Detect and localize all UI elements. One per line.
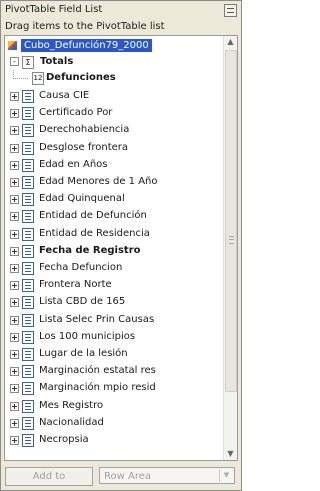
scroll-thumb[interactable]	[225, 50, 237, 392]
field-label: Marginación mpio resid	[39, 382, 156, 394]
dimension-icon	[22, 399, 34, 413]
collapse-icon[interactable]: -	[10, 57, 19, 66]
field-label: Entidad de Defunción	[39, 210, 147, 222]
expand-icon[interactable]	[10, 418, 19, 428]
grip-icon	[229, 236, 234, 244]
expand-icon[interactable]	[10, 178, 19, 187]
measure-icon: 12	[32, 72, 44, 85]
field-label: Fecha de Registro	[39, 244, 141, 256]
area-select[interactable]: Row Area ▼	[99, 467, 235, 484]
dimension-icon	[22, 416, 34, 430]
expand-icon[interactable]	[10, 126, 19, 136]
field-label: Lista Selec Prin Causas	[39, 313, 155, 325]
window-title: PivotTable Field List	[5, 4, 103, 15]
dimension-icon	[22, 262, 34, 275]
field-label: Marginación estatal res	[39, 365, 156, 377]
expand-icon[interactable]	[10, 401, 19, 411]
dimension-icon	[22, 210, 34, 224]
expand-icon[interactable]	[10, 332, 19, 342]
field-label: Derechohabiencia	[39, 124, 130, 136]
dimension-icon	[22, 330, 34, 344]
expand-icon[interactable]	[10, 298, 19, 308]
dimension-icon	[22, 158, 34, 172]
field-label: Entidad de Residencia	[39, 227, 150, 239]
dimension-icon	[22, 244, 34, 258]
expand-icon[interactable]	[10, 109, 19, 119]
field-label: Fecha Defuncion	[39, 262, 123, 273]
field-label: Necropsia	[39, 434, 89, 445]
sigma-icon: Σ	[22, 56, 34, 69]
field-label: Mes Registro	[39, 399, 104, 411]
expand-icon[interactable]	[10, 384, 19, 394]
add-to-button[interactable]: Add to	[5, 467, 93, 486]
field-label: Edad Quinquenal	[39, 193, 125, 205]
totals-label: Totals	[40, 56, 74, 67]
dimension-icon	[22, 141, 34, 155]
expand-icon[interactable]	[10, 281, 19, 291]
expand-icon[interactable]	[10, 246, 19, 256]
expand-icon[interactable]	[10, 160, 19, 170]
field-label: Los 100 municipios	[39, 330, 136, 342]
field-label: Edad en Años	[39, 158, 108, 170]
scroll-up-icon[interactable]: ▲	[224, 36, 237, 48]
dimension-icon	[22, 279, 34, 293]
dimension-icon	[22, 124, 34, 138]
field-label: Lista CBD de 165	[39, 296, 126, 308]
area-select-value: Row Area	[104, 471, 151, 482]
cube-name: Cubo_Defunción79_2000	[21, 39, 152, 52]
close-icon[interactable]	[224, 4, 237, 17]
expand-icon[interactable]	[10, 315, 19, 325]
expand-icon[interactable]	[10, 264, 19, 273]
field-label: Lugar de la lesión	[39, 348, 128, 359]
field-label: Certificado Por	[39, 107, 113, 119]
field-tree-list[interactable]: Cubo_Defunción79_2000 - Σ Totals 12 Defu…	[4, 35, 238, 461]
expand-icon[interactable]	[10, 143, 19, 153]
dimension-icon	[22, 176, 34, 189]
dimension-icon	[22, 227, 34, 241]
expand-icon[interactable]	[10, 229, 19, 239]
expand-icon[interactable]	[10, 212, 19, 222]
expand-icon[interactable]	[10, 367, 19, 377]
dimension-icon	[22, 313, 34, 327]
expand-icon[interactable]	[10, 195, 19, 205]
dimension-icon	[22, 193, 34, 207]
dimension-icon	[22, 434, 34, 447]
field-label: Causa CIE	[39, 90, 90, 101]
dimension-icon	[22, 107, 34, 121]
dimension-icon	[22, 296, 34, 310]
expand-icon[interactable]	[10, 350, 19, 359]
field-label: Frontera Norte	[39, 279, 112, 291]
dimension-icon	[22, 348, 34, 361]
tree-connector	[13, 70, 28, 79]
measure-label: Defunciones	[46, 72, 116, 83]
dimension-icon	[22, 365, 34, 379]
scroll-down-icon[interactable]: ▼	[224, 448, 237, 460]
pivot-field-list-panel: PivotTable Field List Drag items to the …	[0, 0, 242, 491]
dimension-icon	[22, 90, 34, 103]
dimension-icon	[22, 382, 34, 396]
title-bar: PivotTable Field List	[1, 1, 241, 19]
bottom-bar: Add to Row Area ▼	[1, 463, 241, 489]
expand-icon[interactable]	[10, 92, 19, 101]
field-label: Nacionalidad	[39, 416, 104, 428]
field-label: Edad Menores de 1 Año	[39, 176, 158, 187]
cube-icon	[8, 41, 17, 50]
chevron-down-icon[interactable]: ▼	[219, 469, 233, 482]
field-label: Desglose frontera	[39, 141, 129, 153]
vertical-scrollbar[interactable]: ▲ ▼	[223, 36, 237, 460]
expand-icon[interactable]	[10, 436, 19, 445]
instructions-text: Drag items to the PivotTable list	[5, 21, 165, 32]
